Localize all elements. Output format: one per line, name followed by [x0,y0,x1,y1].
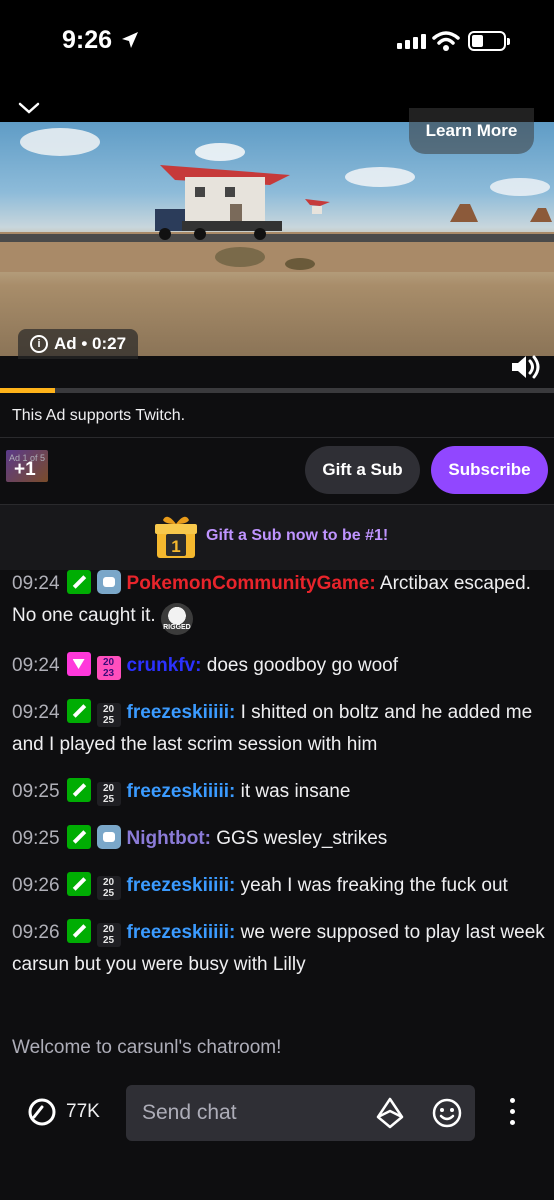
gift-box-icon: 1 [155,516,197,558]
gift-banner-text: Gift a Sub now to be #1! [206,527,389,544]
send-chat-input[interactable]: Send chat [126,1085,475,1141]
chat-username[interactable]: freezeskiiiii: [127,875,236,896]
info-icon[interactable]: i [30,335,48,353]
bot-badge-icon[interactable] [96,570,121,594]
chat-timestamp: 09:24 [12,702,60,723]
2025-badge-icon[interactable]: 20 25 [96,703,121,727]
status-bar: 9:26 [0,0,554,86]
chat-timestamp: 09:26 [12,922,60,943]
chat-message-text: it was insane [235,781,351,802]
2025-badge-icon[interactable]: 20 25 [96,923,121,947]
2023-badge-icon[interactable]: 20 23 [96,656,121,680]
gift-box-number: 1 [171,537,180,556]
ad-progress-fill [0,388,56,393]
ad-pod-count: Ad 1 of 5 [9,453,46,463]
chat-username[interactable]: PokemonCommunityGame: [127,573,376,594]
chat-message-text: we were supposed to play last week carsu… [12,922,545,975]
chat-username[interactable]: Nightbot: [127,828,211,849]
wifi-icon [432,31,460,51]
sword-badge-icon[interactable] [66,570,91,594]
chat-timestamp: 09:24 [12,655,60,676]
ad-supports-text: This Ad supports Twitch. [12,407,186,424]
location-arrow-icon [122,32,138,48]
cellular-signal-icon [397,34,426,49]
chat-message: 09:26 20 25 freezeskiiiii: yeah I was freak… [12,870,547,902]
chat-list[interactable]: 09:24 PokemonCommunityGame: Arctibax esca… [12,570,547,981]
chat-username[interactable]: freezeskiiiii: [127,922,236,943]
viewer-count: 77K [66,1101,100,1122]
learn-more-button[interactable]: Learn More [409,108,534,154]
ad-progress-bar [0,388,554,393]
chat-message: 09:26 20 25 freezeskiiiii: we were supposed… [12,917,547,981]
chat-username[interactable]: crunkfv: [127,655,202,676]
ad-timer-badge: i Ad • 0:27 [18,329,139,359]
bot-badge-icon[interactable] [96,825,121,849]
chat-message: 09:24 PokemonCommunityGame: Arctibax esca… [12,568,547,635]
chat-username[interactable]: freezeskiiiii: [127,702,236,723]
sword-badge-icon[interactable] [66,699,91,723]
chat-timestamp: 09:24 [12,573,60,594]
chat-message-text: GGS wesley_strikes [210,828,388,849]
chat-message: 09:25 20 25 freezeskiiiii: it was insane [12,776,547,808]
battery-icon [468,31,510,51]
more-options-icon[interactable] [510,1098,515,1125]
status-time: 9:26 [62,26,113,54]
rigged-emote-icon[interactable]: RIGGED [160,603,193,635]
chat-message: 09:25 Nightbot: GGS wesley_strikes [12,823,547,855]
welcome-message: Welcome to carsunl's chatroom! [12,1037,282,1058]
chat-input-placeholder: Send chat [142,1101,237,1124]
emote-picker-icon[interactable] [431,1097,463,1129]
chat-message-text: yeah I was freaking the fuck out [235,875,508,896]
video-player[interactable] [0,122,554,356]
sword-badge-icon[interactable] [66,919,91,943]
sword-badge-icon[interactable] [66,872,91,896]
chat-message-text: does goodboy go woof [201,655,399,676]
ad-video-frame [0,128,554,272]
bits-icon[interactable] [376,1097,404,1129]
chevron-down-icon[interactable] [17,100,41,116]
chat-message: 09:24 20 23 crunkfv: does goodboy go woof [12,650,547,682]
chat-username[interactable]: freezeskiiiii: [127,781,236,802]
gem-badge-icon[interactable] [66,652,91,676]
subscribe-button[interactable]: Subscribe [431,446,548,494]
gift-a-sub-button[interactable]: Gift a Sub [305,446,420,494]
chat-timestamp: 09:25 [12,781,60,802]
chat-timestamp: 09:26 [12,875,60,896]
volume-icon[interactable] [510,353,542,381]
chat-timestamp: 09:25 [12,828,60,849]
ad-timer-label: Ad • 0:27 [54,334,127,353]
sword-badge-icon[interactable] [66,825,91,849]
2025-badge-icon[interactable]: 20 25 [96,876,121,900]
sword-badge-icon[interactable] [66,778,91,802]
viewers-icon [28,1098,56,1126]
2025-badge-icon[interactable]: 20 25 [96,782,121,806]
chat-message: 09:24 20 25 freezeskiiiii: I shitted on bol… [12,697,547,761]
divider [0,437,554,438]
